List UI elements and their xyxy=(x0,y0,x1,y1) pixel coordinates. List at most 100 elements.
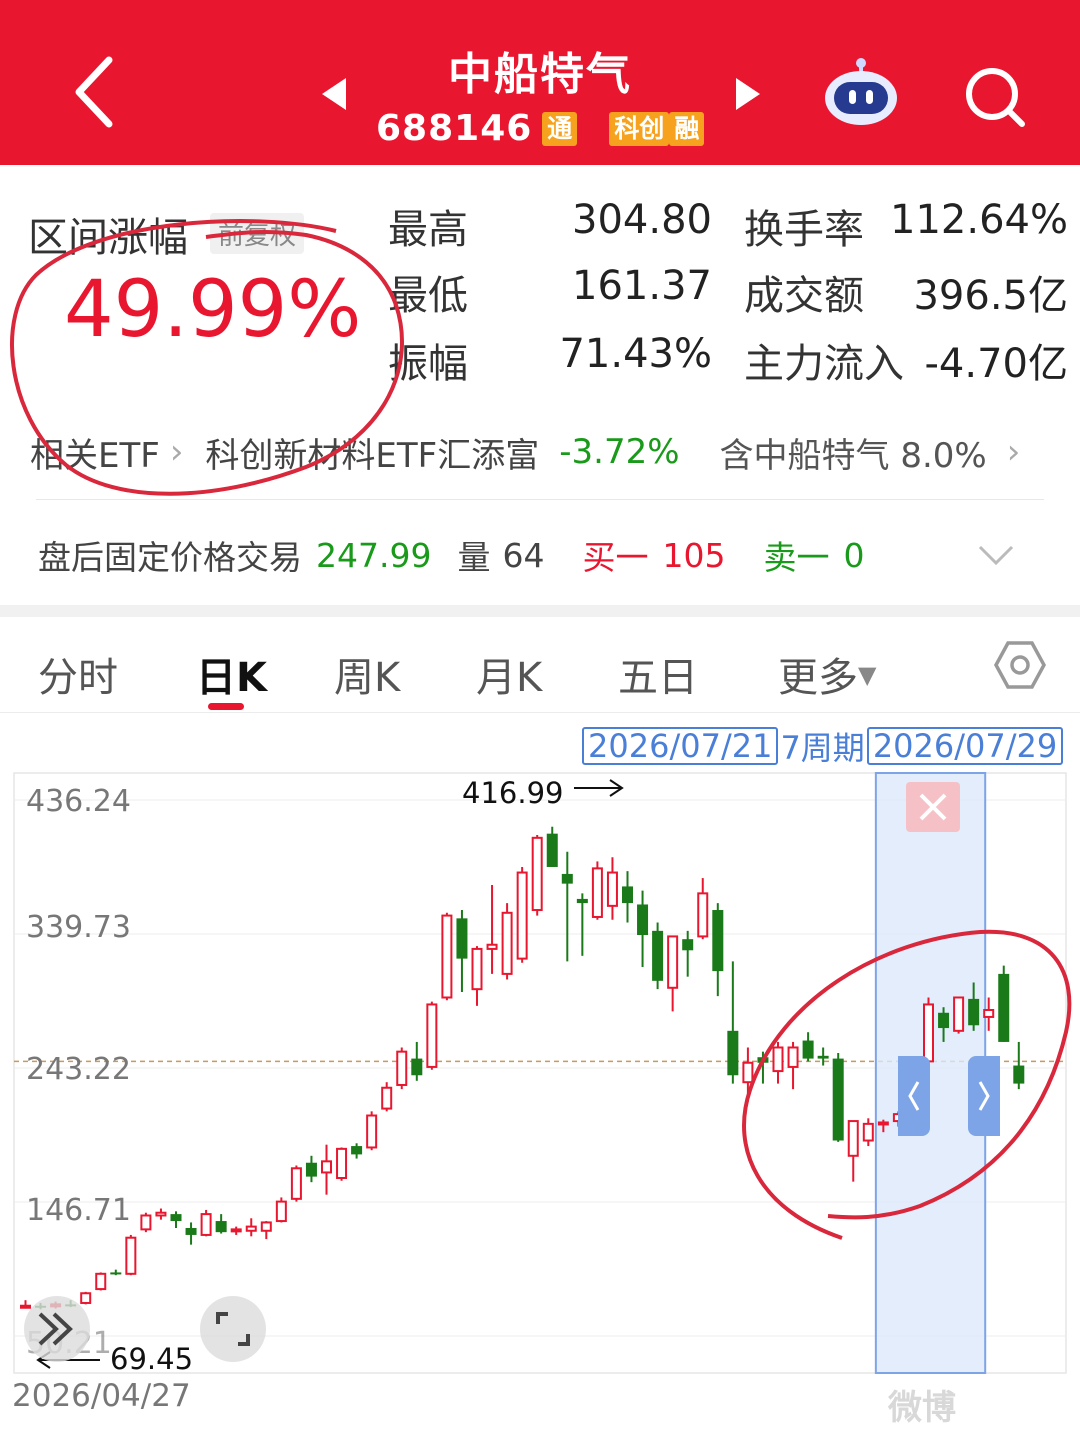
candle-body xyxy=(968,998,980,1026)
candle-body xyxy=(110,1272,122,1275)
after-hours-volume-label: 量 xyxy=(457,538,491,577)
search-icon[interactable] xyxy=(962,64,1030,128)
candle-body xyxy=(95,1272,107,1291)
chevron-right-icon: › xyxy=(1006,432,1021,472)
double-chevron-icon xyxy=(38,1312,73,1346)
candle-body xyxy=(516,871,528,960)
chevron-down-icon[interactable] xyxy=(978,545,1014,565)
candle xyxy=(622,871,633,923)
candle-body xyxy=(998,973,1010,1042)
fullscreen-button[interactable] xyxy=(200,1296,266,1362)
candle xyxy=(697,878,709,940)
tong-badge: 通 xyxy=(542,111,578,146)
candle-body xyxy=(667,935,679,989)
candle xyxy=(321,1144,332,1195)
tab-more[interactable]: 更多▼ xyxy=(778,645,876,703)
candle-body xyxy=(576,898,588,904)
candle-body xyxy=(832,1058,844,1141)
etf-holding: 含中船特气 8.0% xyxy=(719,435,987,476)
candle xyxy=(366,1111,378,1151)
annotation-circle xyxy=(10,219,404,496)
candle-body xyxy=(200,1213,212,1236)
candle-body xyxy=(697,892,709,938)
y-tick-label: 146.71 xyxy=(26,1193,131,1228)
chart-start-date: 2026/04/27 xyxy=(12,1378,191,1414)
amount-label: 成交额 xyxy=(744,273,864,319)
candle xyxy=(531,835,543,916)
candle xyxy=(817,1047,829,1066)
amplitude-value: 71.43% xyxy=(559,331,712,377)
robot-assistant-icon[interactable] xyxy=(822,58,900,128)
candle xyxy=(667,935,679,1012)
period-end-date: 2026/07/29 xyxy=(866,727,1064,765)
selection-left-handle[interactable] xyxy=(898,1056,930,1136)
candle xyxy=(546,826,558,867)
candle-body xyxy=(983,1008,995,1018)
settings-icon[interactable] xyxy=(994,639,1046,691)
collapse-button[interactable] xyxy=(24,1296,90,1362)
candle-body xyxy=(411,1058,423,1076)
stock-code: 688146 xyxy=(376,108,533,149)
max-arrow-icon xyxy=(574,779,624,797)
selection-right-handle[interactable] xyxy=(968,1056,1000,1136)
candle xyxy=(516,866,528,963)
candle-body xyxy=(486,943,498,950)
candle xyxy=(561,851,573,962)
tab-five-day[interactable]: 五日 xyxy=(618,645,698,703)
candle-body xyxy=(351,1146,363,1155)
kline-chart[interactable]: 436.24 339.73 243.22 146.71 50.21 416.99… xyxy=(0,770,1080,1432)
candle xyxy=(260,1221,272,1240)
candle-body xyxy=(215,1221,227,1233)
candle-body xyxy=(471,947,483,991)
candle-body xyxy=(1013,1065,1025,1084)
candle-body xyxy=(712,910,724,972)
candle xyxy=(923,997,934,1065)
candle-body xyxy=(305,1162,317,1177)
dropdown-triangle-icon: ▼ xyxy=(858,661,877,689)
candle xyxy=(727,961,739,1084)
candle-body xyxy=(637,904,649,936)
back-arrow-icon[interactable] xyxy=(64,52,134,132)
candle-body xyxy=(155,1211,167,1217)
candle xyxy=(576,893,588,956)
tab-daily-k[interactable]: 日K xyxy=(196,645,267,703)
candle xyxy=(110,1269,122,1276)
tab-intraday[interactable]: 分时 xyxy=(38,645,118,703)
candle xyxy=(336,1147,348,1181)
candle xyxy=(637,890,649,967)
candle-body xyxy=(877,1121,889,1126)
close-selection-button[interactable] xyxy=(906,782,960,832)
after-hours-row[interactable]: 盘后固定价格交易 247.99 量 64 买一 105 卖一 0 xyxy=(38,525,1058,585)
candle xyxy=(998,965,1010,1042)
watermark: 微博 xyxy=(888,1388,956,1428)
candle xyxy=(155,1208,167,1220)
candle xyxy=(305,1155,317,1183)
candle-body xyxy=(336,1147,348,1180)
candle-body xyxy=(606,871,618,907)
candle xyxy=(847,1120,859,1182)
close-icon xyxy=(919,793,947,821)
candle-body xyxy=(531,836,543,912)
tab-weekly-k[interactable]: 周K xyxy=(334,645,400,703)
candle-body xyxy=(230,1228,242,1233)
candle-body xyxy=(923,1003,934,1063)
candle-body xyxy=(185,1227,197,1235)
candle-body xyxy=(501,911,513,975)
y-tick-label: 436.24 xyxy=(26,784,131,819)
candle-body xyxy=(817,1055,829,1059)
after-hours-volume: 64 xyxy=(502,535,545,575)
ask-value: 0 xyxy=(843,535,865,575)
after-hours-price: 247.99 xyxy=(316,535,432,575)
next-stock-icon[interactable] xyxy=(732,76,764,112)
candle xyxy=(245,1218,257,1237)
candle-body xyxy=(953,996,965,1032)
stats-panel: 区间涨幅 前复权 49.99% 最高 304.80 最低 161.37 振幅 7… xyxy=(0,165,1080,605)
low-value: 161.37 xyxy=(572,263,712,309)
candle xyxy=(471,946,483,1006)
candle xyxy=(215,1214,227,1234)
y-tick-label: 339.73 xyxy=(26,910,131,945)
candle-body xyxy=(591,867,603,918)
candle-body xyxy=(321,1160,332,1174)
tab-monthly-k[interactable]: 月K xyxy=(476,645,542,703)
candle xyxy=(591,861,603,920)
